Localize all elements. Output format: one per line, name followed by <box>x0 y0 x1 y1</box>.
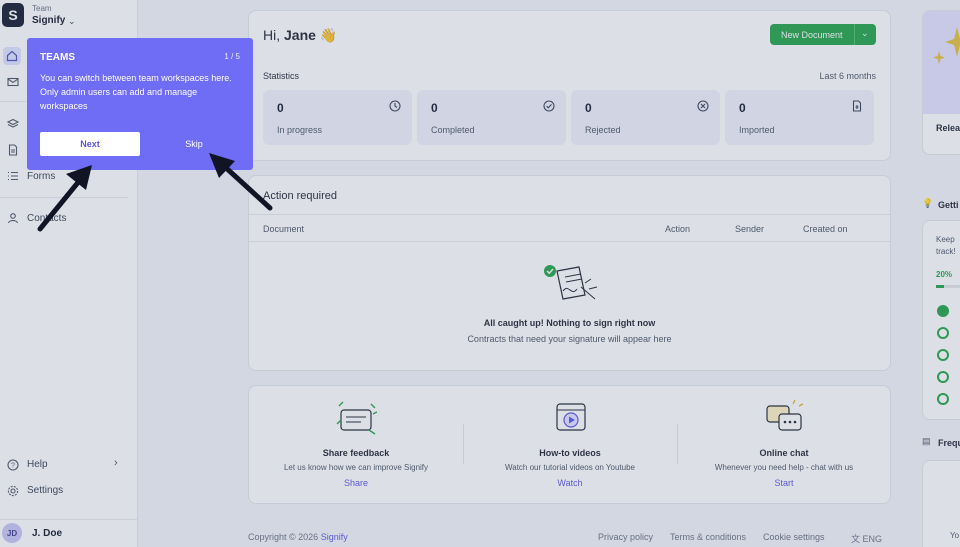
onboarding-tour-popup: TEAMS 1 / 5 You can switch between team … <box>27 38 253 170</box>
tour-step-counter: 1 / 5 <box>224 52 240 61</box>
tour-next-button[interactable]: Next <box>40 132 140 156</box>
tour-body: You can switch between team workspaces h… <box>40 73 232 111</box>
tour-title: TEAMS <box>40 52 75 63</box>
tour-skip-button[interactable]: Skip <box>167 132 221 156</box>
